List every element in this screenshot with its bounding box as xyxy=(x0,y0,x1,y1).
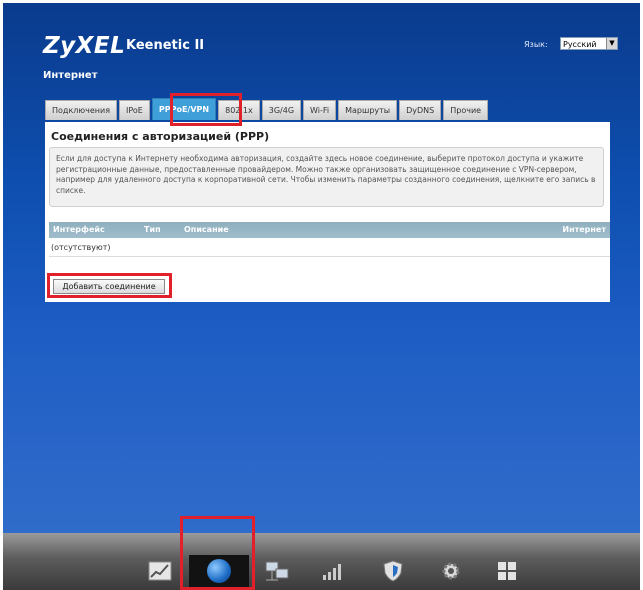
tab-routes[interactable]: Маршруты xyxy=(338,100,398,120)
tab-dydns[interactable]: DyDNS xyxy=(399,100,442,120)
column-type: Тип xyxy=(144,225,161,234)
column-interface: Интерфейс xyxy=(53,225,105,234)
tab-wifi[interactable]: Wi-Fi xyxy=(303,100,337,120)
highlight-tab xyxy=(170,93,242,126)
tab-bar: Подключения IPoE PPPoE/VPN 802.1x 3G/4G … xyxy=(45,98,490,122)
tab-connections[interactable]: Подключения xyxy=(45,100,118,120)
tab-other[interactable]: Прочие xyxy=(443,100,489,120)
highlight-add-button xyxy=(47,273,172,298)
column-description: Описание xyxy=(184,225,229,234)
chevron-down-icon[interactable]: ▼ xyxy=(606,38,617,49)
bottom-dock xyxy=(3,533,640,590)
language-value: Русский xyxy=(563,40,597,49)
column-internet: Интернет xyxy=(562,225,606,234)
shield-icon[interactable] xyxy=(373,555,413,587)
highlight-globe xyxy=(180,516,255,590)
panel-description: Если для доступа к Интернету необходима … xyxy=(49,147,604,207)
table-row-empty: (отсутствуют) xyxy=(49,239,610,257)
page-title: Интернет xyxy=(43,70,98,81)
network-icon[interactable] xyxy=(257,555,297,587)
router-web-ui: ZyXEL Keenetic II Язык: Русский ▼ Интерн… xyxy=(0,0,643,590)
grid-icon[interactable] xyxy=(487,555,527,587)
tab-ipoe[interactable]: IPoE xyxy=(119,100,150,120)
brand-logo: ZyXEL xyxy=(43,33,126,59)
language-select[interactable]: Русский ▼ xyxy=(560,37,618,50)
table-header: Интерфейс Тип Описание Интернет xyxy=(49,222,610,238)
model-name: Keenetic II xyxy=(126,38,205,53)
signal-icon[interactable] xyxy=(313,555,353,587)
tab-3g4g[interactable]: 3G/4G xyxy=(261,100,302,120)
gear-icon[interactable] xyxy=(431,555,471,587)
chart-icon[interactable] xyxy=(140,555,180,587)
language-label: Язык: xyxy=(524,40,548,49)
panel-title: Соединения с авторизацией (PPP) xyxy=(51,130,270,143)
